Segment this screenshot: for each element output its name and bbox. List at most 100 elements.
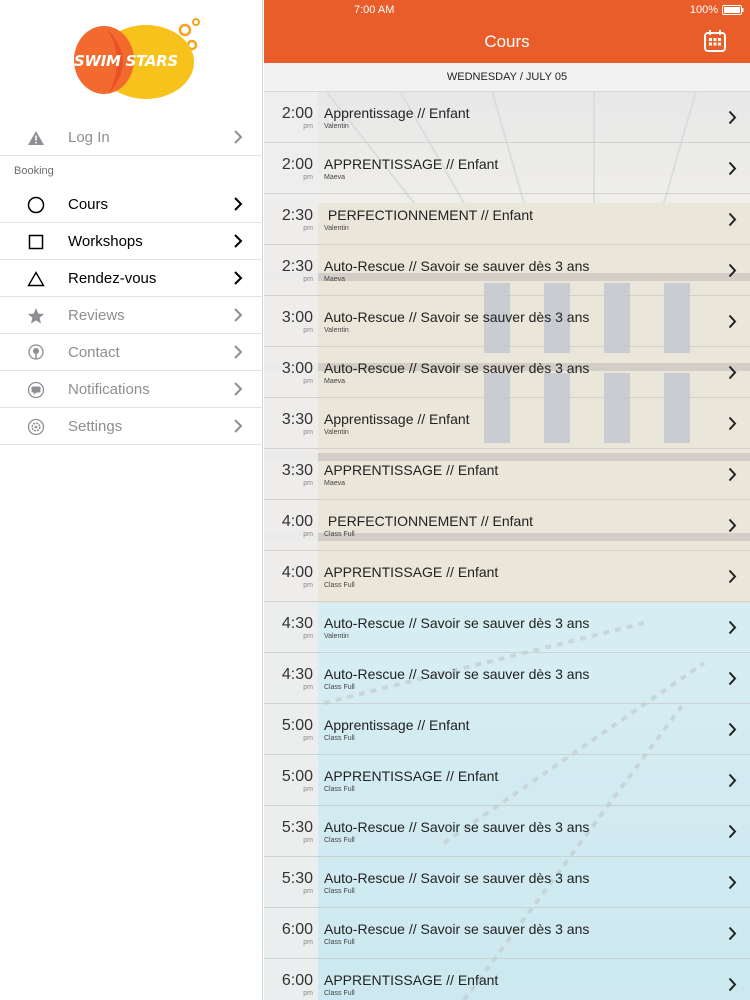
chevron-right-icon — [728, 365, 737, 380]
class-row[interactable]: 2:00 pm APPRENTISSAGE // Enfant Maeva — [264, 143, 750, 194]
class-subtitle: Valentin — [324, 327, 349, 334]
sidebar-item-label: Settings — [68, 418, 123, 435]
class-title: APPRENTISSAGE // Enfant — [324, 564, 499, 580]
class-subtitle: Valentin — [324, 633, 349, 640]
class-meridiem: pm — [303, 633, 313, 640]
class-meridiem: pm — [303, 582, 313, 589]
class-time: 3:30 — [281, 462, 313, 479]
warning-icon — [26, 128, 46, 148]
class-time: 5:00 — [281, 717, 313, 734]
class-subtitle: Maeva — [324, 480, 346, 487]
class-row[interactable]: 5:00 pm Apprentissage // Enfant Class Full — [264, 704, 750, 755]
time-cell: 6:00 pm — [264, 959, 318, 1000]
class-row[interactable]: 3:00 pm Auto-Rescue // Savoir se sauver dè… — [264, 347, 750, 398]
sidebar-item-contact[interactable]: Contact — [0, 334, 263, 371]
class-title: APPRENTISSAGE // Enfant — [324, 972, 499, 988]
class-meridiem: pm — [303, 735, 313, 742]
date-header: WEDNESDAY / JULY 05 — [264, 63, 750, 92]
chevron-right-icon — [728, 314, 737, 329]
chevron-right-icon — [728, 569, 737, 584]
class-row[interactable]: 2:30 pm Auto-Rescue // Savoir se sauver dè… — [264, 245, 750, 296]
class-row[interactable]: 3:30 pm Apprentissage // Enfant Valentin — [264, 398, 750, 449]
circle-icon — [26, 195, 46, 215]
class-row[interactable]: 5:30 pm Auto-Rescue // Savoir se sauver dè… — [264, 806, 750, 857]
class-title: APPRENTISSAGE // Enfant — [324, 462, 499, 478]
class-subtitle: Class Full — [324, 990, 355, 997]
class-meridiem: pm — [303, 990, 313, 997]
chevron-right-icon — [234, 234, 243, 248]
class-row[interactable]: 6:00 pm APPRENTISSAGE // Enfant Class Full — [264, 959, 750, 1000]
sidebar-item-notifications[interactable]: Notifications — [0, 371, 263, 408]
class-subtitle: Class Full — [324, 735, 355, 742]
chevron-right-icon — [728, 467, 737, 482]
status-battery: 100% — [689, 4, 718, 16]
sidebar-item-workshops[interactable]: Workshops — [0, 223, 263, 260]
chevron-right-icon — [234, 382, 243, 396]
class-subtitle: Class Full — [324, 837, 355, 844]
class-time: 4:30 — [281, 666, 313, 683]
chevron-right-icon — [728, 875, 737, 890]
class-row[interactable]: 5:00 pm APPRENTISSAGE // Enfant Class Full — [264, 755, 750, 806]
class-meridiem: pm — [303, 888, 313, 895]
class-row[interactable]: 6:00 pm Auto-Rescue // Savoir se sauver dè… — [264, 908, 750, 959]
class-meridiem: pm — [303, 837, 313, 844]
chevron-right-icon — [728, 416, 737, 431]
class-subtitle: Class Full — [324, 531, 355, 538]
battery-icon — [722, 5, 744, 15]
class-time: 2:00 — [281, 105, 313, 122]
sidebar-item-label: Cours — [68, 196, 109, 213]
time-cell: 4:00 pm — [264, 500, 318, 550]
class-row[interactable]: 3:30 pm APPRENTISSAGE // Enfant Maeva — [264, 449, 750, 500]
class-meridiem: pm — [303, 378, 313, 385]
chevron-right-icon — [728, 671, 737, 686]
section-header-booking: Booking — [14, 165, 54, 177]
square-icon — [26, 232, 46, 252]
time-cell: 4:30 pm — [264, 602, 318, 652]
class-subtitle: Class Full — [324, 684, 355, 691]
class-meridiem: pm — [303, 429, 313, 436]
class-row[interactable]: 2:30 pm PERFECTIONNEMENT // Enfant Valenti… — [264, 194, 750, 245]
class-time: 2:30 — [281, 258, 313, 275]
chevron-right-icon — [728, 773, 737, 788]
sidebar-item-rendez-vous[interactable]: Rendez-vous — [0, 260, 263, 297]
sidebar-item-label: Log In — [68, 129, 110, 146]
status-time: 7:00 AM — [354, 4, 395, 16]
chevron-right-icon — [728, 110, 737, 125]
calendar-icon[interactable] — [703, 29, 727, 53]
class-title: Auto-Rescue // Savoir se sauver dès 3 an… — [324, 258, 590, 274]
class-row[interactable]: 2:00 pm Apprentissage // Enfant Valentin — [264, 92, 750, 143]
time-cell: 2:00 pm — [264, 92, 318, 142]
chevron-right-icon — [234, 130, 243, 144]
class-row[interactable]: 5:30 pm Auto-Rescue // Savoir se sauver dè… — [264, 857, 750, 908]
class-subtitle: Valentin — [324, 225, 349, 232]
class-time: 5:00 — [281, 768, 313, 785]
class-row[interactable]: 3:00 pm Auto-Rescue // Savoir se sauver dè… — [264, 296, 750, 347]
class-meridiem: pm — [303, 786, 313, 793]
sidebar-item-reviews[interactable]: Reviews — [0, 297, 263, 334]
chevron-right-icon — [728, 977, 737, 992]
class-meridiem: pm — [303, 480, 313, 487]
sidebar-item-log-in[interactable]: Log In — [0, 119, 263, 156]
navigation-bar: 7:00 AM 100% Cours — [264, 0, 750, 63]
chevron-right-icon — [728, 722, 737, 737]
chevron-right-icon — [234, 308, 243, 322]
chevron-right-icon — [728, 263, 737, 278]
class-subtitle: Maeva — [324, 378, 346, 385]
chevron-right-icon — [234, 419, 243, 433]
chevron-right-icon — [728, 161, 737, 176]
sidebar-item-label: Workshops — [68, 233, 143, 250]
triangle-icon — [26, 269, 46, 289]
sidebar-item-settings[interactable]: Settings — [0, 408, 263, 445]
class-title: APPRENTISSAGE // Enfant — [324, 156, 499, 172]
class-row[interactable]: 4:00 pm APPRENTISSAGE // Enfant Class Full — [264, 551, 750, 602]
class-list: 2:00 pm Apprentissage // Enfant Valentin 2:0… — [264, 92, 750, 1000]
sidebar-item-cours[interactable]: Cours — [0, 186, 263, 223]
logo-wordmark: SWIM STARS — [74, 52, 178, 70]
sidebar-item-label: Notifications — [68, 381, 150, 398]
class-row[interactable]: 4:30 pm Auto-Rescue // Savoir se sauver dè… — [264, 602, 750, 653]
class-row[interactable]: 4:30 pm Auto-Rescue // Savoir se sauver dè… — [264, 653, 750, 704]
class-title: Auto-Rescue // Savoir se sauver dès 3 an… — [324, 666, 590, 682]
time-cell: 2:00 pm — [264, 143, 318, 193]
time-cell: 4:30 pm — [264, 653, 318, 703]
class-row[interactable]: 4:00 pm PERFECTIONNEMENT // Enfant Class F… — [264, 500, 750, 551]
